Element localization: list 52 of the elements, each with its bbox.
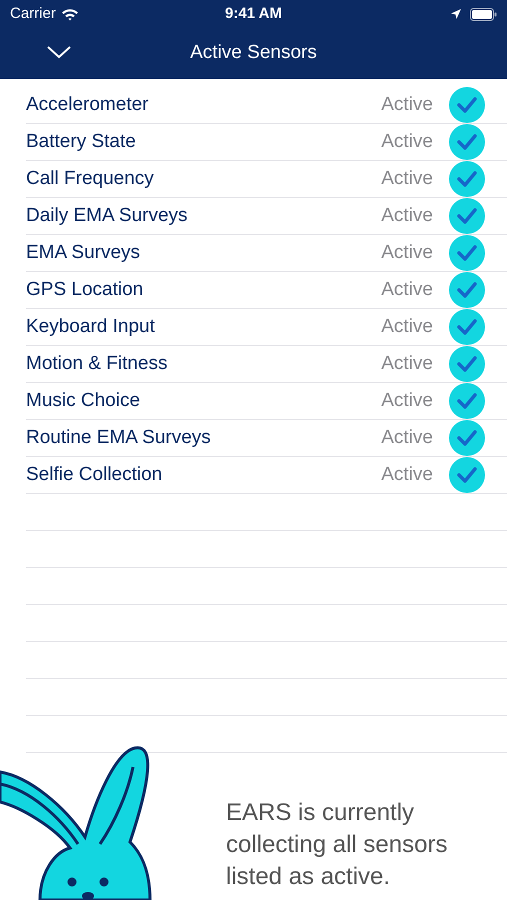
checkmark-circle-icon[interactable] — [449, 309, 485, 345]
checkmark-circle-icon[interactable] — [449, 87, 485, 123]
sensor-row[interactable]: GPS Location Active — [26, 272, 507, 309]
sensor-name: Call Frequency — [26, 166, 155, 191]
checkmark-circle-icon[interactable] — [449, 124, 485, 160]
sensor-status: Active — [381, 204, 433, 228]
sensor-row[interactable]: Music Choice Active — [26, 383, 507, 420]
status-time: 9:41 AM — [225, 4, 282, 24]
wifi-icon — [60, 8, 79, 20]
sensor-name: Routine EMA Surveys — [26, 426, 212, 450]
sensor-row[interactable]: Routine EMA Surveys Active — [26, 420, 507, 457]
sensor-status: Active — [381, 278, 433, 302]
sensor-row[interactable]: Motion & Fitness Active — [26, 346, 507, 383]
checkmark-circle-icon[interactable] — [449, 420, 485, 456]
sensor-name: Accelerometer — [26, 92, 150, 117]
sensor-status: Active — [381, 92, 433, 117]
sensor-row[interactable]: Keyboard Input Active — [26, 309, 507, 346]
sensor-row[interactable]: Daily EMA Surveys Active — [26, 198, 507, 235]
footer-message: EARS is currently collecting all sensors listed as active. — [226, 798, 448, 892]
sensor-status: Active — [381, 166, 433, 191]
sensor-status: Active — [381, 240, 433, 265]
location-arrow-icon — [450, 8, 462, 20]
sensor-status: Active — [381, 388, 433, 413]
checkmark-circle-icon[interactable] — [449, 457, 485, 493]
sensor-status: Active — [381, 462, 433, 487]
sensor-name: GPS Location — [26, 278, 144, 302]
sensor-name: EMA Surveys — [26, 240, 142, 265]
carrier-name: Carrier — [10, 4, 56, 24]
sensor-row[interactable]: Accelerometer Active — [26, 87, 507, 124]
checkmark-circle-icon[interactable] — [449, 272, 485, 308]
checkmark-circle-icon[interactable] — [449, 383, 485, 419]
sensor-row[interactable]: EMA Surveys Active — [26, 235, 507, 272]
sensor-row[interactable]: Call Frequency Active — [26, 161, 507, 198]
sensor-status: Active — [381, 314, 433, 339]
sensor-name: Music Choice — [26, 388, 142, 413]
sensor-name: Motion & Fitness — [26, 352, 168, 376]
sensor-name: Battery State — [26, 130, 137, 154]
checkmark-circle-icon[interactable] — [449, 235, 485, 271]
sensor-status: Active — [381, 130, 433, 154]
checkmark-circle-icon[interactable] — [449, 161, 485, 197]
sensor-name: Daily EMA Surveys — [26, 204, 189, 228]
sensor-status: Active — [381, 352, 433, 376]
battery-icon — [470, 8, 497, 20]
sensor-row[interactable]: Selfie Collection Active — [26, 457, 507, 494]
nav-title: Active Sensors — [190, 41, 317, 66]
sensor-status: Active — [381, 426, 433, 450]
checkmark-circle-icon[interactable] — [449, 346, 485, 382]
sensor-name: Keyboard Input — [26, 314, 156, 339]
chevron-down-icon — [47, 46, 71, 58]
sensor-row[interactable]: Battery State Active — [26, 124, 507, 161]
sensor-name: Selfie Collection — [26, 462, 164, 487]
checkmark-circle-icon[interactable] — [449, 198, 485, 234]
